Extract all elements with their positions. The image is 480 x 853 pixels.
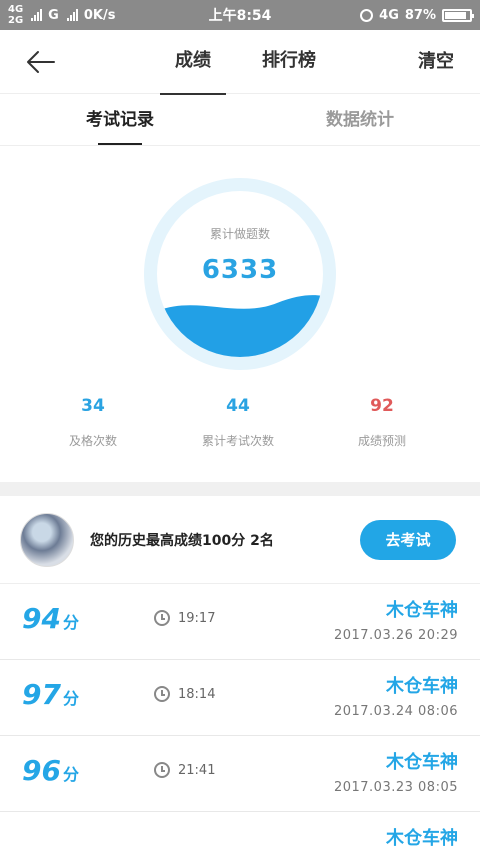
network-type-3: G <box>48 7 59 23</box>
clock-icon <box>154 762 170 778</box>
progress-ring: 累计做题数 6333 <box>144 178 336 370</box>
network-type-2: 2G <box>8 15 24 26</box>
score-unit: 分 <box>62 765 79 784</box>
record-date: 2017.03.26 20:29 <box>333 628 458 643</box>
record-row[interactable]: 97 分 18:14 木仓车神 2017.03.24 08:06 <box>0 660 480 736</box>
signal-icon <box>31 9 43 21</box>
record-duration: 21:41 <box>154 762 215 778</box>
network-speed: 0K/s <box>83 7 116 23</box>
exam-count-value: 44 <box>226 396 250 416</box>
duration-value: 18:14 <box>178 686 216 702</box>
record-score: 94 分 <box>22 602 79 635</box>
prediction-label: 成绩预测 <box>357 434 406 448</box>
status-left: 4G 2G G 0K/s <box>8 4 115 26</box>
status-bar: 4G 2G G 0K/s 上午8:54 4G 87% <box>0 0 480 30</box>
tab-scores[interactable]: 成绩 <box>160 30 226 95</box>
network-type-4: 4G <box>379 7 399 23</box>
network-type-1: 4G <box>8 4 24 15</box>
best-score-row: 您的历史最高成绩100分 2名 去考试 <box>0 496 480 584</box>
record-score <box>22 830 24 853</box>
record-duration: 19:17 <box>154 610 215 626</box>
clock-icon <box>154 686 170 702</box>
metric-prediction: 92 成绩预测 <box>322 394 442 449</box>
total-questions-value: 6333 <box>201 255 279 285</box>
record-row[interactable]: 木仓车神 <box>0 812 480 853</box>
exam-count-label: 累计考试次数 <box>201 434 274 448</box>
tab-exam-records[interactable]: 考试记录 <box>0 94 240 145</box>
pass-count-value: 34 <box>81 396 105 416</box>
avatar <box>20 512 74 567</box>
record-row[interactable]: 94 分 19:17 木仓车神 2017.03.26 20:29 <box>0 584 480 660</box>
duration-value: 21:41 <box>178 762 216 778</box>
total-questions-label: 累计做题数 <box>209 227 270 241</box>
score-unit: 分 <box>62 613 79 632</box>
sub-tabs: 考试记录 数据统计 <box>0 94 480 146</box>
duration-value: 19:17 <box>178 610 216 626</box>
best-score-text: 您的历史最高成绩100分 2名 <box>90 532 274 549</box>
battery-percent: 87% <box>404 7 436 23</box>
clock-icon <box>154 610 170 626</box>
tab-leaderboard[interactable]: 排行榜 <box>256 30 322 94</box>
alarm-icon <box>360 8 374 22</box>
back-button[interactable] <box>0 30 80 94</box>
score-value: 94 <box>22 602 61 635</box>
record-score: 96 分 <box>22 754 79 787</box>
network-stack: 4G 2G <box>8 4 23 26</box>
record-row[interactable]: 96 分 21:41 木仓车神 2017.03.23 08:05 <box>0 736 480 812</box>
take-exam-button[interactable]: 去考试 <box>360 519 456 560</box>
score-value: 97 <box>22 678 61 711</box>
prediction-value: 92 <box>370 396 394 416</box>
nav-bar: 成绩 排行榜 清空 <box>0 30 480 95</box>
clear-button[interactable]: 清空 <box>418 30 454 94</box>
status-right: 4G 87% <box>360 7 474 23</box>
record-date: 2017.03.24 08:06 <box>333 704 458 719</box>
stats-panel: 累计做题数 6333 34 及格次数 44 累计考试次数 92 成绩预测 <box>0 146 480 482</box>
signal-icon-2 <box>66 9 78 21</box>
record-date: 2017.03.23 08:05 <box>333 780 458 795</box>
record-username: 木仓车神 <box>386 600 458 621</box>
record-username: 木仓车神 <box>386 676 458 697</box>
score-value: 96 <box>22 754 61 787</box>
status-time: 上午8:54 <box>208 8 272 24</box>
record-username: 木仓车神 <box>386 828 458 849</box>
record-duration: 18:14 <box>154 686 215 702</box>
top-tabs: 成绩 排行榜 <box>160 30 352 95</box>
record-username: 木仓车神 <box>386 752 458 773</box>
metric-exam-count: 44 累计考试次数 <box>178 394 298 449</box>
pass-count-label: 及格次数 <box>68 434 117 448</box>
back-arrow-icon <box>27 50 55 73</box>
tab-data-stats[interactable]: 数据统计 <box>240 94 480 145</box>
record-score: 97 分 <box>22 678 79 711</box>
ring-inner: 累计做题数 6333 <box>157 191 323 357</box>
section-divider <box>0 482 480 496</box>
metric-pass-count: 34 及格次数 <box>33 394 153 449</box>
score-unit: 分 <box>62 689 79 708</box>
battery-icon <box>442 8 474 22</box>
